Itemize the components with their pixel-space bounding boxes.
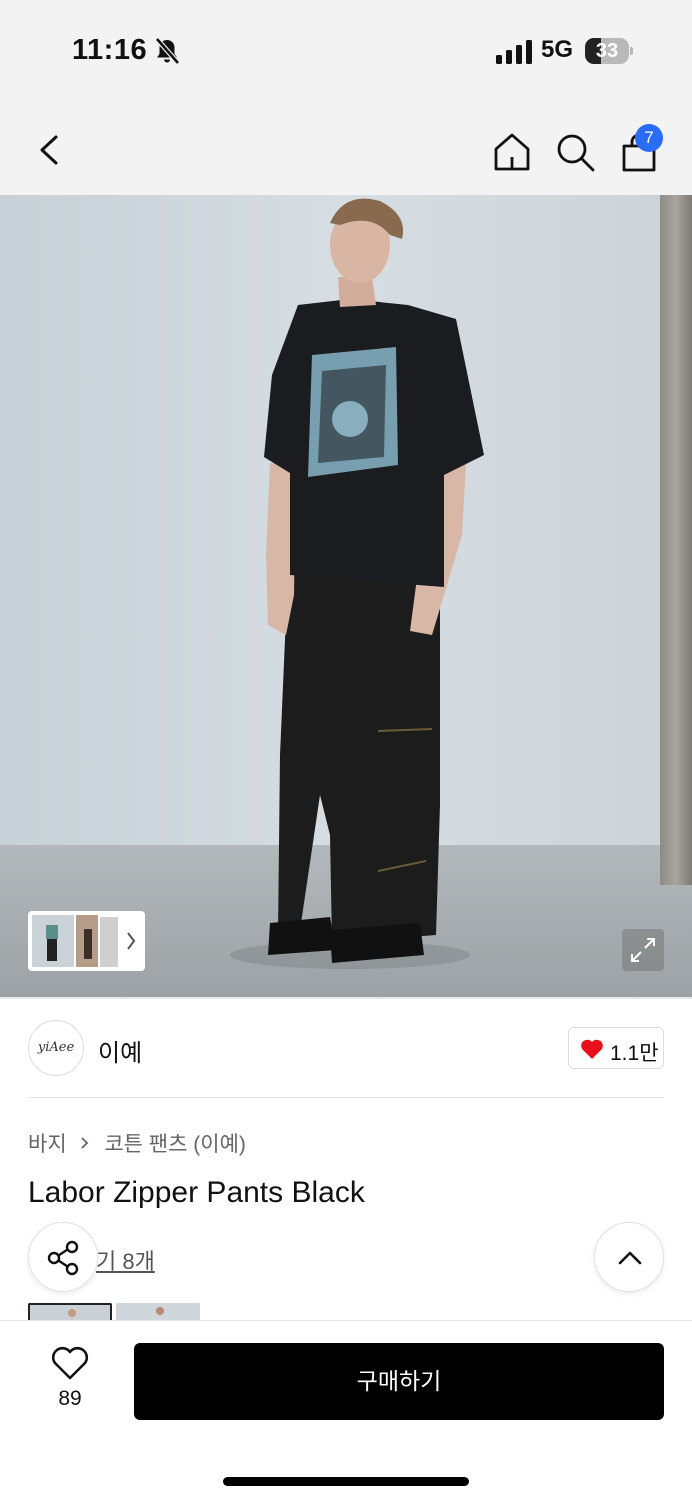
- battery-level: 33: [595, 40, 619, 62]
- buy-button[interactable]: 구매하기: [134, 1343, 664, 1420]
- divider: [28, 1097, 664, 1098]
- brand-name[interactable]: 이예: [98, 1033, 142, 1068]
- review-photo: [156, 1307, 164, 1315]
- brand-logo[interactable]: yiAee: [28, 1020, 84, 1076]
- chevron-right-icon: [81, 1137, 89, 1149]
- bottom-action-bar: 89 구매하기: [0, 1320, 692, 1500]
- review-count-link[interactable]: 기 8개: [96, 1244, 155, 1276]
- product-photo: [0, 195, 692, 997]
- cart-count-badge: 7: [635, 124, 663, 152]
- home-indicator[interactable]: [223, 1477, 469, 1486]
- chevron-up-icon: [618, 1251, 642, 1265]
- battery-icon: 33: [585, 38, 633, 66]
- heart-filled-icon: [581, 1039, 603, 1059]
- review-photo: [68, 1309, 76, 1317]
- thumbnail-strip[interactable]: [28, 911, 145, 971]
- wishlist-count: 89: [58, 1387, 82, 1410]
- share-button[interactable]: [28, 1222, 98, 1292]
- bell-muted-icon: [155, 37, 180, 65]
- brand-like-count: 1.1만: [610, 1042, 659, 1065]
- network-type: 5G: [541, 36, 574, 63]
- divider: [0, 997, 692, 999]
- product-image[interactable]: [0, 195, 692, 997]
- search-icon[interactable]: [553, 130, 597, 174]
- review-photo-thumbnail[interactable]: [28, 1303, 112, 1321]
- expand-icon[interactable]: [622, 929, 664, 971]
- status-time: 11:16: [72, 34, 148, 66]
- cellular-signal-icon: [496, 40, 532, 64]
- breadcrumb: 바지 코튼 팬츠 (이예): [28, 1128, 246, 1158]
- thumbnail-preview: [32, 915, 136, 967]
- brand-like-button[interactable]: 1.1만: [568, 1027, 664, 1069]
- review-photo-thumbnail[interactable]: [116, 1303, 200, 1321]
- breadcrumb-item-subcategory[interactable]: 코튼 팬츠 (이예): [104, 1128, 246, 1158]
- heart-outline-icon[interactable]: [50, 1345, 90, 1381]
- breadcrumb-item-category[interactable]: 바지: [28, 1128, 67, 1158]
- back-arrow-icon[interactable]: [30, 130, 70, 170]
- status-bar: 11:16 5G 33: [0, 0, 692, 100]
- product-title: Labor Zipper Pants Black: [28, 1176, 365, 1209]
- scroll-to-top-button[interactable]: [594, 1222, 664, 1292]
- top-nav-bar: 7: [0, 100, 692, 195]
- home-icon[interactable]: [490, 130, 534, 174]
- share-icon: [47, 1240, 79, 1276]
